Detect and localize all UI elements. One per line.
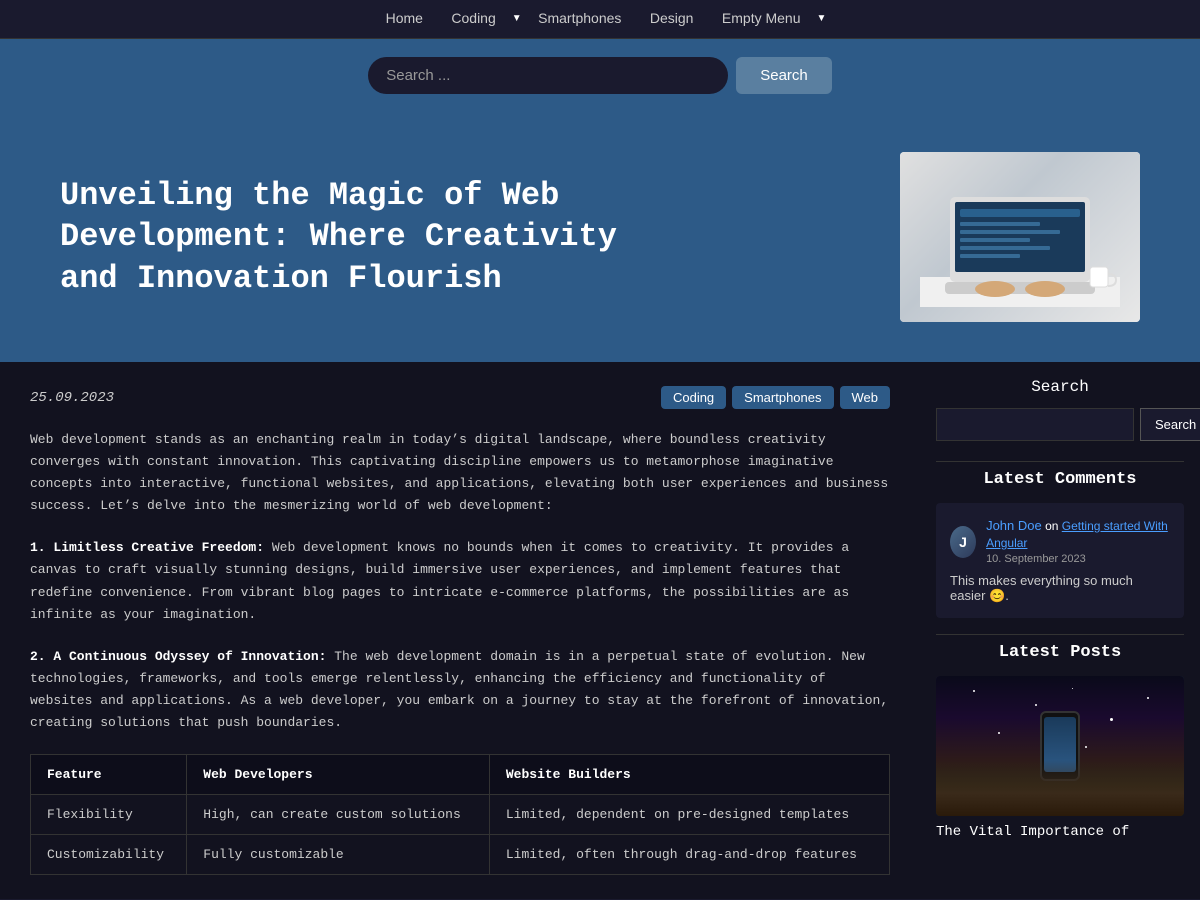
comment-header: J John Doe on Getting started With Angul…	[950, 517, 1170, 567]
sidebar: Search Search Latest Comments J John Doe…	[920, 362, 1200, 899]
star	[973, 690, 975, 692]
empty-menu-dropdown-arrow: ▼	[817, 13, 827, 24]
latest-comments-title: Latest Comments	[936, 470, 1184, 489]
article-intro: Web development stands as an enchanting …	[30, 429, 890, 517]
laptop-illustration	[920, 167, 1120, 307]
comparison-table: Feature Web Developers Website Builders …	[30, 754, 890, 875]
nav-smartphones[interactable]: Smartphones	[538, 10, 621, 26]
nav-empty-menu[interactable]: Empty Menu	[722, 10, 801, 26]
coding-dropdown-arrow: ▼	[512, 13, 522, 24]
content-left: 25.09.2023 Coding Smartphones Web Web de…	[0, 362, 920, 899]
nav-coding[interactable]: Coding	[451, 10, 495, 26]
table-cell-flexibility-webdev: High, can create custom solutions	[187, 795, 490, 835]
tag-coding[interactable]: Coding	[661, 386, 726, 409]
article-section2: 2. A Continuous Odyssey of Innovation: T…	[30, 646, 890, 734]
comment-card: J John Doe on Getting started With Angul…	[936, 503, 1184, 618]
comment-author-link[interactable]: John Doe	[986, 518, 1042, 533]
search-button[interactable]: Search	[736, 57, 832, 94]
table-header-row: Feature Web Developers Website Builders	[31, 755, 890, 795]
tag-smartphones[interactable]: Smartphones	[732, 386, 833, 409]
sidebar-search-title: Search	[936, 378, 1184, 396]
avatar: J	[950, 526, 976, 558]
search-form: Search	[368, 57, 832, 94]
table-cell-flexibility-label: Flexibility	[31, 795, 187, 835]
section1-title: 1. Limitless Creative Freedom:	[30, 540, 264, 555]
table-cell-custom-webdev: Fully customizable	[187, 835, 490, 875]
table-row: Flexibility High, can create custom solu…	[31, 795, 890, 835]
comment-text: This makes everything so much easier 😊.	[950, 573, 1170, 604]
table-header-web-dev: Web Developers	[187, 755, 490, 795]
star	[1147, 697, 1149, 699]
comment-author-line: John Doe on Getting started With Angular	[986, 517, 1170, 552]
comment-meta: John Doe on Getting started With Angular…	[986, 517, 1170, 567]
night-sky-bg	[936, 676, 1184, 816]
hero-section: Unveiling the Magic of Web Development: …	[0, 112, 1200, 362]
post-date: 25.09.2023	[30, 390, 114, 406]
nav-home[interactable]: Home	[386, 10, 423, 26]
sky-gradient	[936, 760, 1184, 816]
table-cell-flexibility-builder: Limited, dependent on pre-designed templ…	[489, 795, 889, 835]
star	[1110, 718, 1113, 721]
table-cell-custom-label: Customizability	[31, 835, 187, 875]
star	[1072, 688, 1073, 689]
search-bar-area: Search	[0, 39, 1200, 112]
search-input[interactable]	[368, 57, 728, 94]
tag-web[interactable]: Web	[840, 386, 891, 409]
latest-comments-section: Latest Comments J John Doe on Getting st…	[936, 470, 1184, 618]
divider2	[936, 634, 1184, 635]
article-section1: 1. Limitless Creative Freedom: Web devel…	[30, 537, 890, 625]
latest-posts-title: Latest Posts	[936, 643, 1184, 662]
latest-post-title: The Vital Importance of	[936, 824, 1184, 840]
sidebar-search-button[interactable]: Search	[1140, 408, 1200, 441]
latest-post-image	[936, 676, 1184, 816]
top-navigation: Home Coding ▼ Smartphones Design Empty M…	[0, 0, 1200, 39]
sidebar-search-input[interactable]	[936, 408, 1134, 441]
table-row: Customizability Fully customizable Limit…	[31, 835, 890, 875]
comment-date: 10. September 2023	[986, 552, 1170, 567]
latest-posts-section: Latest Posts	[936, 643, 1184, 840]
meta-row: 25.09.2023 Coding Smartphones Web	[30, 386, 890, 409]
sidebar-search-section: Search Search	[936, 378, 1184, 441]
comment-on-text: on	[1045, 519, 1062, 533]
star	[998, 732, 1000, 734]
tags-container: Coding Smartphones Web	[661, 386, 890, 409]
section2-title: 2. A Continuous Odyssey of Innovation:	[30, 649, 326, 664]
star	[1035, 704, 1037, 706]
hero-image	[900, 152, 1140, 322]
nav-design[interactable]: Design	[650, 10, 694, 26]
star	[1085, 746, 1087, 748]
table-header-feature: Feature	[31, 755, 187, 795]
sidebar-search-row: Search	[936, 408, 1184, 441]
divider	[936, 461, 1184, 462]
table-header-website-builder: Website Builders	[489, 755, 889, 795]
hero-title: Unveiling the Magic of Web Development: …	[60, 175, 660, 300]
main-content: 25.09.2023 Coding Smartphones Web Web de…	[0, 362, 1200, 899]
table-cell-custom-builder: Limited, often through drag-and-drop fea…	[489, 835, 889, 875]
